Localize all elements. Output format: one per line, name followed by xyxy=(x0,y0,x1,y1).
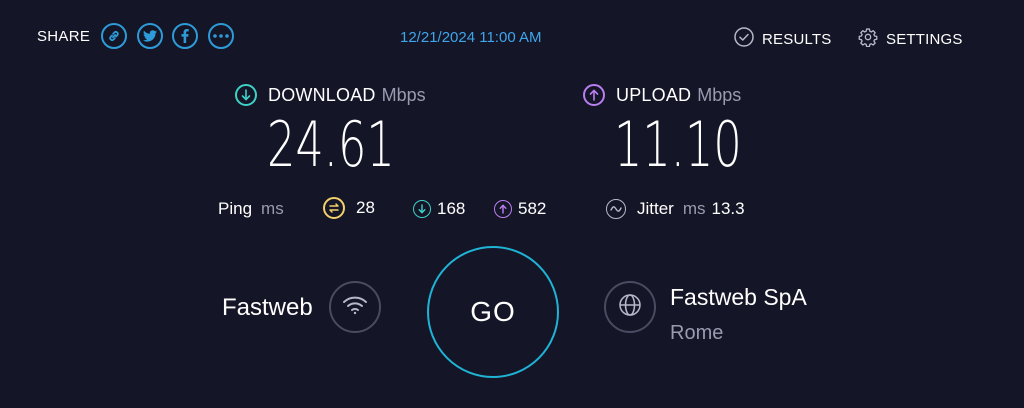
download-latency-icon xyxy=(413,200,431,218)
upload-arrow-icon xyxy=(583,84,605,106)
results-label: RESULTS xyxy=(762,31,832,48)
jitter-label: Jitter xyxy=(637,199,674,218)
check-circle-icon xyxy=(734,27,754,52)
isp-name: Fastweb xyxy=(222,294,313,321)
ping-upload: 582 xyxy=(494,199,546,219)
facebook-icon xyxy=(181,29,189,43)
share-facebook-button[interactable] xyxy=(172,23,198,49)
settings-button[interactable]: SETTINGS xyxy=(858,27,963,52)
ping-download-value: 168 xyxy=(437,199,466,218)
share-twitter-button[interactable] xyxy=(137,23,163,49)
settings-label: SETTINGS xyxy=(886,31,963,48)
wifi-icon xyxy=(342,295,368,320)
ping-idle: 28 xyxy=(323,197,375,219)
test-timestamp: 12/21/2024 11:00 AM xyxy=(400,29,542,46)
server-location: Rome xyxy=(670,322,724,344)
jitter-wave-icon xyxy=(606,199,626,219)
jitter-group: Jitter ms 13.3 xyxy=(606,199,745,219)
download-unit: Mbps xyxy=(381,84,426,105)
go-button[interactable]: GO xyxy=(427,246,559,378)
upload-header: UPLOAD Mbps xyxy=(583,84,741,106)
twitter-icon xyxy=(143,30,157,42)
share-label: SHARE xyxy=(37,28,91,45)
ping-label: Ping xyxy=(218,199,253,218)
idle-latency-icon xyxy=(323,197,345,219)
share-more-button[interactable] xyxy=(208,23,234,49)
ping-idle-value: 28 xyxy=(356,198,375,217)
download-arrow-icon xyxy=(235,84,257,106)
results-button[interactable]: RESULTS xyxy=(734,27,831,52)
upload-unit: Mbps xyxy=(697,84,742,105)
download-label: DOWNLOAD xyxy=(268,84,376,105)
download-speed-value: 24.61 xyxy=(267,108,395,181)
globe-icon xyxy=(618,293,642,322)
link-icon xyxy=(107,29,121,43)
jitter-unit: ms xyxy=(682,199,706,218)
ping-upload-value: 582 xyxy=(518,199,547,218)
change-server-button[interactable] xyxy=(604,281,656,333)
gear-icon xyxy=(858,27,878,52)
download-header: DOWNLOAD Mbps xyxy=(235,84,426,106)
server-name[interactable]: Fastweb SpA xyxy=(670,284,807,311)
ping-unit: ms xyxy=(261,199,284,218)
upload-label: UPLOAD xyxy=(616,84,692,105)
more-icon xyxy=(213,34,229,38)
ping-download: 168 xyxy=(413,199,465,219)
upload-speed-value: 11.10 xyxy=(614,108,742,181)
upload-latency-icon xyxy=(494,200,512,218)
share-link-button[interactable] xyxy=(101,23,127,49)
ping-group: Ping ms xyxy=(218,199,284,219)
jitter-value: 13.3 xyxy=(711,199,745,218)
connection-type xyxy=(329,281,381,333)
